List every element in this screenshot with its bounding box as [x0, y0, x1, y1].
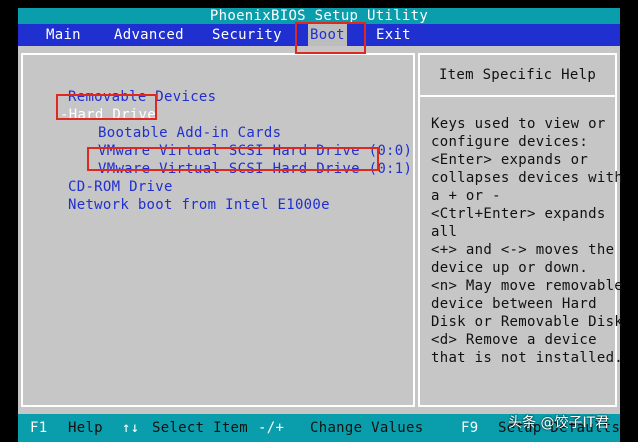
help-header: Item Specific Help	[420, 55, 615, 97]
hard-drive-highlight-box	[56, 94, 157, 120]
help-line: <n> May move removable	[431, 278, 624, 294]
key-plusminus-label: Change Values	[310, 420, 424, 436]
boot-item-bootable-addin[interactable]: Bootable Add-in Cards	[98, 124, 281, 142]
help-frame: Item Specific Help Keys used to view or …	[418, 53, 623, 407]
menu-exit[interactable]: Exit	[374, 24, 413, 46]
key-updown: ↑↓	[122, 420, 140, 436]
key-f1-label: Help	[68, 420, 103, 436]
boot-item-cdrom[interactable]: CD-ROM Drive	[68, 178, 173, 196]
help-line: <d> Remove a device	[431, 332, 597, 348]
vmware-0-1-highlight-box	[87, 147, 379, 171]
help-line: Disk or Removable Disk	[431, 314, 624, 330]
help-title: Item Specific Help	[438, 67, 597, 83]
watermark: 头条 @饺子IT君	[508, 415, 610, 431]
help-line: <Ctrl+Enter> expands	[431, 206, 606, 222]
help-line: <+> and <-> moves the	[431, 242, 615, 258]
help-line: all	[431, 224, 458, 240]
key-f9: F9	[461, 420, 479, 436]
help-line: configure devices:	[431, 134, 589, 150]
help-line: that is not installed.	[431, 350, 624, 366]
help-line: device up or down.	[431, 260, 589, 276]
menu-advanced[interactable]: Advanced	[112, 24, 186, 46]
boot-item-network[interactable]: Network boot from Intel E1000e	[68, 196, 330, 214]
key-plusminus: -/+	[258, 420, 285, 436]
boot-tab-highlight-box	[295, 22, 366, 54]
menu-main[interactable]: Main	[44, 24, 83, 46]
help-line: <Enter> expands or	[431, 152, 589, 168]
key-updown-label: Select Item	[152, 420, 249, 436]
help-line: collapses devices with	[431, 170, 624, 186]
help-line: Keys used to view or	[431, 116, 606, 132]
menu-security[interactable]: Security	[210, 24, 284, 46]
help-line: a + or -	[431, 188, 501, 204]
key-f1: F1	[30, 420, 48, 436]
help-line: device between Hard	[431, 296, 597, 312]
